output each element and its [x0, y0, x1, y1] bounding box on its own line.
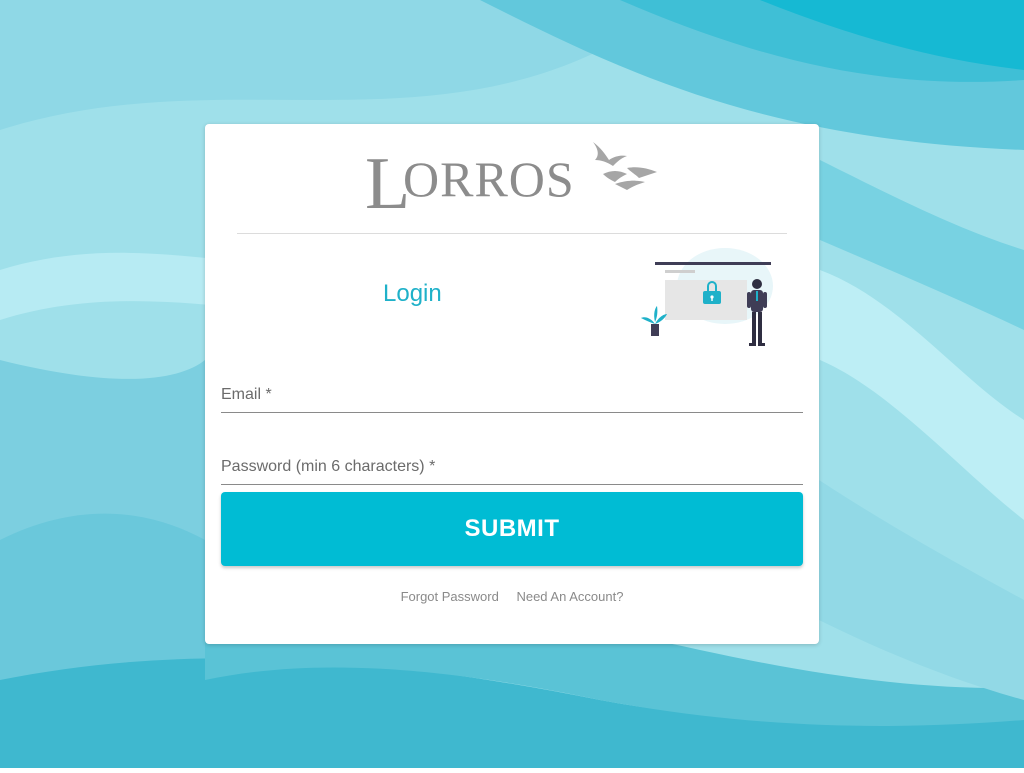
browser-bar [655, 262, 771, 265]
password-field[interactable]: Password (min 6 characters) * [221, 454, 807, 486]
logo-letters: ORROS [403, 151, 575, 207]
password-input[interactable] [221, 454, 807, 486]
header-divider [237, 233, 787, 234]
browser-tab [665, 270, 695, 273]
login-card: L ORROS Login Email * Password (min 6 ch… [205, 124, 819, 644]
login-title: Login [383, 280, 442, 307]
email-input[interactable] [221, 382, 807, 414]
security-illustration [639, 248, 785, 350]
submit-button[interactable]: SUBMIT [221, 492, 803, 566]
need-account-link[interactable]: Need An Account? [516, 589, 623, 604]
plant-illustration [641, 306, 667, 336]
lorros-logo-svg: L ORROS [365, 142, 657, 225]
security-illustration-svg [641, 248, 773, 346]
lorros-logo: L ORROS [365, 138, 665, 225]
forgot-password-link[interactable]: Forgot Password [401, 589, 499, 604]
birds-icon [593, 142, 657, 190]
email-field[interactable]: Email * [221, 382, 807, 414]
auth-links: Forgot Password Need An Account? [205, 589, 819, 604]
